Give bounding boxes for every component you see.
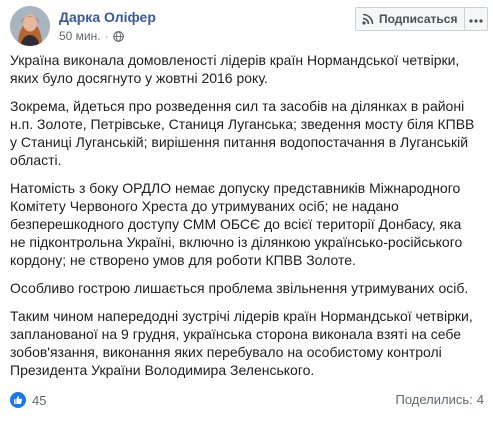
post-paragraph: Зокрема, йдеться про розведення сил та з… [10, 98, 475, 168]
like-icon [10, 392, 26, 408]
shares-summary[interactable]: Поделились: 4 [396, 392, 485, 407]
shares-label: Поделились: [395, 392, 473, 407]
subscribe-label: Подписаться [379, 12, 458, 26]
post-time[interactable]: 50 мин. [59, 29, 101, 43]
avatar[interactable] [10, 6, 50, 46]
rss-icon [362, 13, 374, 25]
subscribe-button[interactable]: Подписаться [355, 7, 467, 31]
post-paragraph: Особливо гострою лишається проблема звіл… [10, 280, 469, 296]
post-footer: 45 Поделились: 4 [10, 392, 484, 410]
post-paragraph: Україна виконала домовленості лідерів кр… [10, 52, 460, 86]
post-paragraph: Натомість з боку ОРДЛО немає допуску пре… [10, 180, 463, 268]
more-icon [469, 10, 483, 28]
post-meta: 50 мин. · [59, 29, 124, 43]
shares-count: 4 [476, 392, 484, 407]
more-options-button[interactable] [464, 7, 488, 31]
globe-icon[interactable] [112, 30, 124, 42]
reactions-summary[interactable]: 45 [10, 392, 46, 408]
post-body: Україна виконала домовленості лідерів кр… [10, 51, 480, 389]
meta-separator: · [104, 29, 109, 43]
author-name[interactable]: Дарка Оліфер [59, 9, 156, 25]
facebook-post: Дарка Оліфер 50 мин. · Подписаться Украї… [0, 0, 493, 422]
post-paragraph: Таким чином напередодні зустрічі лідерів… [10, 308, 473, 378]
reactions-count: 45 [32, 392, 47, 408]
